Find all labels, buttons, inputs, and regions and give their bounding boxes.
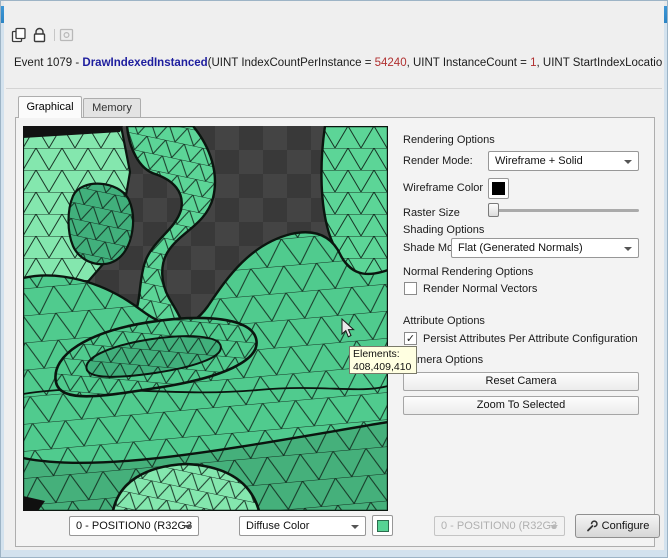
event-arg-text: , UINT InstanceCount = xyxy=(406,57,531,69)
checkmark-icon: ✓ xyxy=(405,333,416,345)
normal-dropdown: 0 - POSITION0 (R32G3 xyxy=(434,516,565,536)
reset-camera-button[interactable]: Reset Camera xyxy=(403,372,639,391)
mesh-viewport[interactable] xyxy=(21,124,390,513)
black-color-chip xyxy=(492,182,505,195)
zoom-to-selected-button[interactable]: Zoom To Selected xyxy=(403,396,639,415)
chevron-down-icon xyxy=(184,525,192,529)
attribute-options-title: Attribute Options xyxy=(403,315,485,327)
green-color-chip xyxy=(376,519,389,532)
render-normal-vectors-label: Render Normal Vectors xyxy=(423,283,538,295)
wireframe-color-label: Wireframe Color xyxy=(403,182,484,194)
color-value: Diffuse Color xyxy=(246,520,310,532)
event-prefix: Event 1079 - xyxy=(14,57,83,69)
shade-mode-dropdown[interactable]: Flat (Generated Normals) xyxy=(451,238,639,258)
normal-value: 0 - POSITION0 (R32G3 xyxy=(441,520,558,532)
rendering-options-title: Rendering Options xyxy=(403,134,495,146)
lock-icon[interactable] xyxy=(32,27,48,43)
mesh-render xyxy=(21,124,390,513)
render-mode-label: Render Mode: xyxy=(403,155,473,167)
event-description: Event 1079 - DrawIndexedInstanced(UINT I… xyxy=(14,57,662,69)
tooltip-line2: 408,409,410 xyxy=(353,360,412,373)
event-arg-text: , UINT StartIndexLocation = xyxy=(536,57,663,69)
rendering-options-panel: Rendering Options Render Mode: Wireframe… xyxy=(403,132,640,422)
mouse-cursor-icon xyxy=(341,318,355,338)
persist-attributes-checkbox[interactable]: ✓ xyxy=(404,332,417,345)
render-normal-vectors-checkbox[interactable] xyxy=(404,282,417,295)
render-mode-dropdown[interactable]: Wireframe + Solid xyxy=(488,151,639,171)
shading-options-title: Shading Options xyxy=(403,224,485,236)
wireframe-color-swatch[interactable] xyxy=(488,178,509,199)
tab-graphical[interactable]: Graphical xyxy=(18,96,82,118)
position-value: 0 - POSITION0 (R32G3 xyxy=(76,520,193,532)
shade-mode-value: Flat (Generated Normals) xyxy=(458,242,583,254)
slider-track xyxy=(488,209,639,212)
chevron-down-icon xyxy=(351,525,359,529)
color-dropdown[interactable]: Diffuse Color xyxy=(239,516,366,536)
snapshot-icon[interactable] xyxy=(59,27,75,43)
raster-size-label: Raster Size xyxy=(403,207,460,219)
toolbar-separator xyxy=(54,29,55,41)
copy-icon[interactable] xyxy=(11,27,27,43)
client-area: Event 1079 - DrawIndexedInstanced(UINT I… xyxy=(4,1,664,550)
elements-tooltip: Elements: 408,409,410 xyxy=(349,346,417,374)
chevron-down-icon xyxy=(624,247,632,251)
position-dropdown[interactable]: 0 - POSITION0 (R32G3 xyxy=(69,516,199,536)
wrench-icon xyxy=(586,520,598,532)
tooltip-line1: Elements: xyxy=(353,348,400,360)
event-arg-value: 54240 xyxy=(374,57,407,69)
raster-size-slider[interactable] xyxy=(488,203,639,217)
event-arg-text: (UINT IndexCountPerInstance = xyxy=(207,57,375,69)
geometry-window: Geometry Event 1079 - DrawIndexedInstanc… xyxy=(0,0,668,558)
configure-button[interactable]: Configure xyxy=(575,514,660,538)
chevron-down-icon xyxy=(624,160,632,164)
normal-rendering-title: Normal Rendering Options xyxy=(403,266,534,278)
slider-thumb[interactable] xyxy=(488,203,499,217)
diffuse-color-swatch[interactable] xyxy=(372,515,393,536)
chevron-down-icon xyxy=(550,525,558,529)
draw-call-name: DrawIndexedInstanced xyxy=(82,57,208,69)
render-mode-value: Wireframe + Solid xyxy=(495,155,583,167)
tab-memory[interactable]: Memory xyxy=(83,98,141,118)
configure-label: Configure xyxy=(601,520,650,532)
separator-line xyxy=(6,88,662,89)
persist-attributes-label: Persist Attributes Per Attribute Configu… xyxy=(423,333,638,345)
